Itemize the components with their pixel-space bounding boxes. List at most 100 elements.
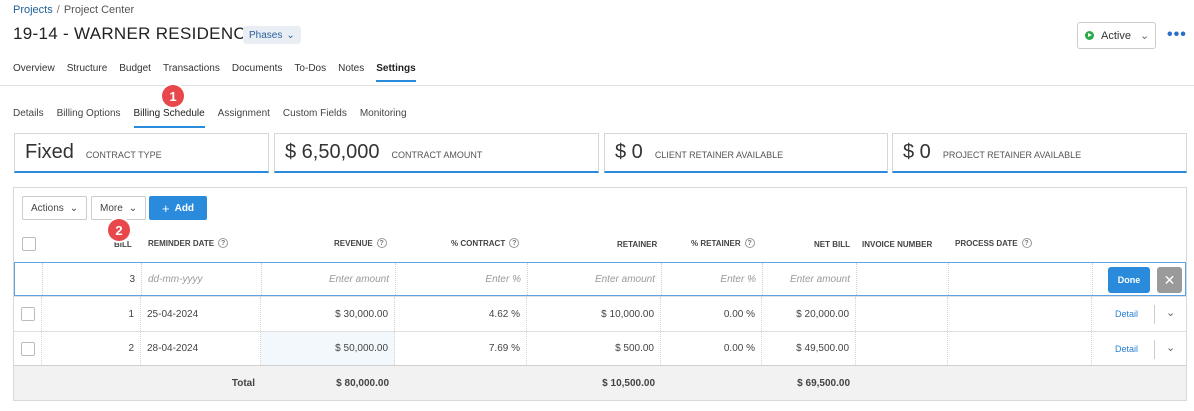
col-process-date: PROCESS DATE ? [955, 238, 1032, 248]
tab-budget[interactable]: Budget [119, 63, 151, 82]
subtab-billing-schedule[interactable]: Billing Schedule [133, 108, 205, 128]
col-pct-contract-label: % CONTRACT [451, 238, 506, 248]
tab-settings[interactable]: Settings [376, 63, 416, 82]
help-icon[interactable]: ? [376, 238, 387, 248]
subtab-details[interactable]: Details [13, 108, 44, 128]
process-date-cell [949, 263, 1093, 295]
process-date [948, 297, 1092, 331]
client-retainer-label: CLIENT RETAINER AVAILABLE [654, 150, 784, 160]
revenue: $ 50,000.00 [261, 332, 395, 365]
chevron-down-icon: ⌄ [286, 29, 295, 41]
row-checkbox[interactable] [20, 341, 35, 356]
help-icon[interactable]: ? [744, 238, 755, 248]
subtab-billing-options[interactable]: Billing Options [57, 108, 121, 128]
retainer: $ 10,000.00 [527, 297, 661, 331]
client-retainer-value: $ 0 [615, 141, 643, 163]
actions-dropdown[interactable]: Actions ⌄ [22, 196, 88, 220]
pct-contract: 4.62 % [395, 297, 527, 331]
annotation-badge-2: 2 [108, 219, 130, 241]
table-row: 1 25-04-2024 $ 30,000.00 4.62 % $ 10,000… [14, 296, 1186, 331]
billing-schedule-table: Actions ⌄ More ⌄ + Add BILL REMINDER DAT… [13, 187, 1187, 401]
subtab-custom-fields[interactable]: Custom Fields [283, 108, 347, 128]
breadcrumb: Projects / Project Center [13, 4, 134, 16]
status-label: Active [1101, 29, 1131, 42]
net-bill: $ 20,000.00 [762, 297, 856, 331]
tab-todos[interactable]: To-Dos [294, 63, 326, 82]
help-icon[interactable]: ? [509, 238, 520, 248]
totals-row: Total $ 80,000.00 $ 10,500.00 $ 69,500.0… [14, 365, 1186, 400]
total-retainer: $ 10,500.00 [602, 377, 655, 389]
retainer-input[interactable]: Enter amount [528, 263, 662, 295]
col-revenue: REVENUE ? [334, 238, 387, 248]
chevron-down-icon[interactable]: ⌄ [1166, 306, 1175, 319]
pct-retainer-input[interactable]: Enter % [662, 263, 763, 295]
actions-label: Actions [31, 202, 64, 214]
breadcrumb-separator: / [56, 4, 60, 16]
bill-number: 1 [42, 297, 141, 331]
col-reminder-date: REMINDER DATE ? [148, 238, 229, 248]
select-all-checkbox[interactable] [22, 237, 36, 251]
net-bill-input[interactable]: Enter amount [763, 263, 857, 295]
chevron-down-icon: ⌄ [1139, 30, 1150, 42]
row-checkbox[interactable] [20, 307, 35, 321]
plus-icon: + [162, 200, 170, 216]
contract-type-card: Fixed CONTRACT TYPE [14, 133, 269, 173]
tab-documents[interactable]: Documents [232, 63, 283, 82]
pct-retainer: 0.00 % [661, 332, 762, 365]
reminder-date: 28-04-2024 [141, 332, 261, 365]
tab-notes[interactable]: Notes [338, 63, 364, 82]
reminder-date-input[interactable]: dd-mm-yyyy [142, 263, 262, 295]
col-bill: BILL [114, 240, 132, 249]
pct-contract-input[interactable]: Enter % [396, 263, 528, 295]
main-tabs: Overview Structure Budget Transactions D… [13, 63, 428, 82]
tab-transactions[interactable]: Transactions [163, 63, 220, 82]
chevron-down-icon: ⌄ [128, 202, 138, 214]
add-button[interactable]: + Add [149, 196, 208, 220]
done-button[interactable]: Done [1108, 267, 1150, 293]
revenue-input[interactable]: Enter amount [262, 263, 396, 295]
col-pct-retainer: % RETAINER ? [691, 238, 755, 248]
more-dropdown[interactable]: More ⌄ [91, 196, 147, 220]
total-net-bill: $ 69,500.00 [797, 377, 850, 389]
col-retainer: RETAINER [617, 240, 658, 249]
invoice-number-cell [857, 263, 949, 295]
chevron-down-icon: ⌄ [69, 202, 79, 214]
contract-type-value: Fixed [25, 141, 74, 163]
page-title: 19-14 - WARNER RESIDENCE [13, 24, 258, 43]
tab-overview[interactable]: Overview [13, 63, 55, 82]
total-revenue: $ 80,000.00 [336, 377, 389, 389]
detail-link[interactable]: Detail [1115, 344, 1138, 354]
total-label: Total [231, 377, 255, 389]
detail-link[interactable]: Detail [1115, 309, 1138, 319]
table-header: BILL REMINDER DATE ? REVENUE ? % CONTRAC… [14, 228, 1186, 262]
status-dropdown[interactable]: Active ⌄ [1077, 22, 1156, 49]
pct-retainer: 0.00 % [661, 297, 762, 331]
contract-amount-card: $ 6,50,000 CONTRACT AMOUNT [274, 133, 599, 173]
pct-contract: 7.69 % [395, 332, 527, 365]
chevron-down-icon[interactable]: ⌄ [1166, 341, 1175, 354]
col-revenue-label: REVENUE [334, 238, 373, 248]
divider [1154, 305, 1155, 324]
help-icon[interactable]: ? [218, 238, 229, 248]
net-bill: $ 49,500.00 [762, 332, 856, 365]
project-retainer-label: PROJECT RETAINER AVAILABLE [942, 150, 1082, 160]
revenue: $ 30,000.00 [261, 297, 395, 331]
help-icon[interactable]: ? [1021, 238, 1032, 248]
breadcrumb-projects-link[interactable]: Projects [13, 4, 53, 16]
phases-dropdown[interactable]: Phases ⌄ [243, 26, 301, 44]
table-row: 2 28-04-2024 $ 50,000.00 7.69 % $ 500.00… [14, 331, 1186, 365]
subtab-monitoring[interactable]: Monitoring [360, 108, 407, 128]
new-bill-row: 3 dd-mm-yyyy Enter amount Enter % Enter … [14, 262, 1186, 296]
subtab-assignment[interactable]: Assignment [218, 108, 270, 128]
invoice-number [856, 332, 948, 365]
close-icon[interactable]: ✕ [1157, 267, 1182, 293]
project-retainer-value: $ 0 [903, 141, 931, 163]
invoice-number [856, 297, 948, 331]
col-reminder-date-label: REMINDER DATE [148, 238, 215, 248]
more-options-icon[interactable]: ••• [1167, 26, 1187, 44]
phases-label: Phases [249, 29, 283, 41]
retainer: $ 500.00 [527, 332, 661, 365]
tab-structure[interactable]: Structure [67, 63, 108, 82]
annotation-badge-1: 1 [162, 85, 184, 107]
col-invoice-number: INVOICE NUMBER [862, 240, 933, 249]
